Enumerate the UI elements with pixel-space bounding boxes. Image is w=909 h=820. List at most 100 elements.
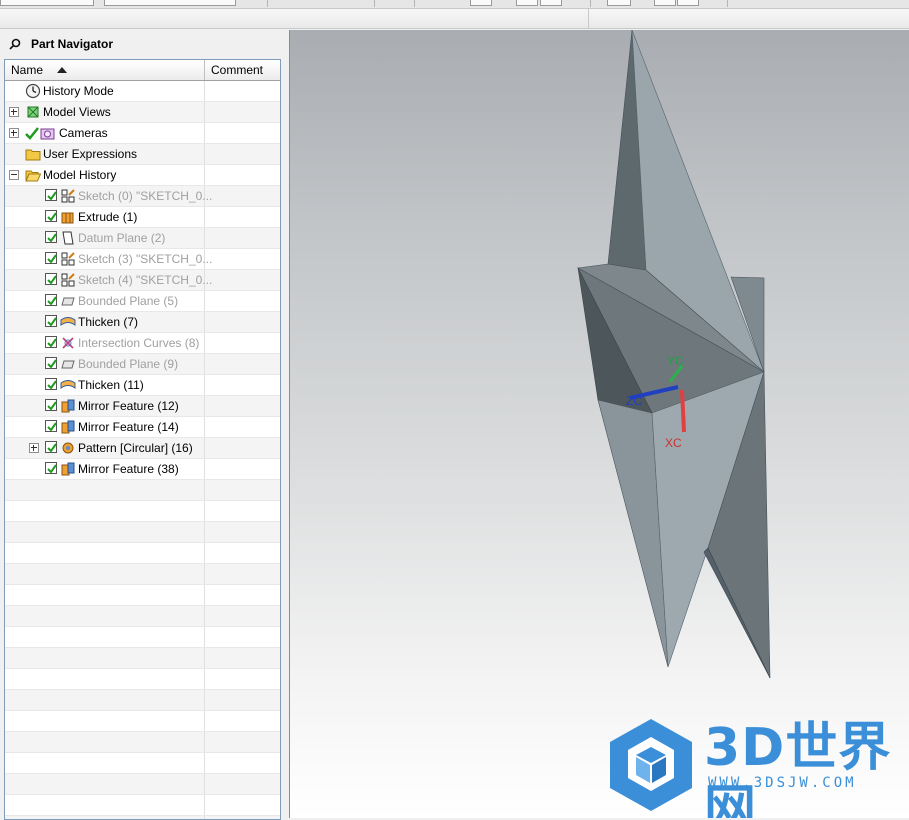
folder-open-icon: [25, 170, 41, 182]
panel-title: Part Navigator: [31, 37, 114, 51]
bounded-plane-icon: [61, 360, 75, 369]
expand-toggle[interactable]: [29, 443, 39, 453]
tree-item-label: User Expressions: [43, 147, 138, 161]
tree-item-feature[interactable]: Thicken (7): [5, 312, 280, 333]
feature-checkbox[interactable]: [45, 231, 57, 243]
empty-row: [5, 795, 280, 816]
checkmark-icon: [47, 317, 57, 327]
tree-item-cameras[interactable]: Cameras: [5, 123, 280, 144]
feature-checkbox[interactable]: [45, 273, 57, 285]
tree-rows: History Mode Model Views Cameras User Ex…: [5, 81, 280, 819]
tree-item-feature[interactable]: Mirror Feature (12): [5, 396, 280, 417]
checkmark-icon: [47, 422, 57, 432]
tree-item-label: Model Views: [43, 105, 111, 119]
tree-item-feature[interactable]: Bounded Plane (5): [5, 291, 280, 312]
feature-checkbox[interactable]: [45, 252, 57, 264]
tree-item-label: Sketch (0) "SKETCH_0...: [78, 189, 213, 203]
tree-item-feature[interactable]: Datum Plane (2): [5, 228, 280, 249]
empty-row: [5, 816, 280, 819]
tree-item-feature[interactable]: Sketch (3) "SKETCH_0...: [5, 249, 280, 270]
mirror-feature-icon: [61, 399, 75, 413]
tree-item-feature[interactable]: Mirror Feature (38): [5, 459, 280, 480]
thicken-icon: [60, 380, 76, 389]
feature-checkbox[interactable]: [45, 462, 57, 474]
pattern-circular-icon: [62, 442, 74, 454]
feature-checkbox[interactable]: [45, 210, 57, 222]
empty-row: [5, 669, 280, 690]
checkmark-icon: [47, 359, 57, 369]
toolbar-button[interactable]: [470, 0, 492, 6]
toolbar-combo[interactable]: [0, 0, 94, 6]
checkmark-icon: [47, 338, 57, 348]
feature-checkbox[interactable]: [45, 378, 57, 390]
toolbar-button[interactable]: [607, 0, 631, 6]
toolbar-button[interactable]: [654, 0, 676, 6]
feature-checkbox[interactable]: [45, 441, 57, 453]
tree-item-label: Pattern [Circular] (16): [78, 441, 193, 455]
tree-item-feature[interactable]: Sketch (0) "SKETCH_0...: [5, 186, 280, 207]
sketch-icon: [61, 273, 75, 287]
collapse-toggle[interactable]: [9, 170, 19, 180]
checkmark-icon: [47, 254, 57, 264]
feature-checkbox[interactable]: [45, 189, 57, 201]
star-model[interactable]: [290, 30, 909, 818]
navigator-tree[interactable]: Name Comment History Mode Model Views Ca…: [4, 59, 281, 820]
tree-item-feature[interactable]: Mirror Feature (14): [5, 417, 280, 438]
tree-item-feature[interactable]: Bounded Plane (9): [5, 354, 280, 375]
datum-plane-icon: [62, 231, 74, 245]
folder-icon: [25, 149, 41, 161]
tree-item-label: Extrude (1): [78, 210, 138, 224]
empty-row: [5, 774, 280, 795]
tree-item-feature[interactable]: Sketch (4) "SKETCH_0...: [5, 270, 280, 291]
extrude-icon: [61, 212, 74, 224]
intersection-curves-icon: [62, 337, 74, 349]
tree-item-history-mode[interactable]: History Mode: [5, 81, 280, 102]
checkmark-icon: [47, 296, 57, 306]
column-header-name[interactable]: Name: [5, 60, 205, 80]
empty-row: [5, 753, 280, 774]
feature-checkbox[interactable]: [45, 399, 57, 411]
tree-item-label: Thicken (11): [78, 378, 144, 392]
tree-item-label: Sketch (4) "SKETCH_0...: [78, 273, 213, 287]
mirror-feature-icon: [61, 462, 75, 476]
tree-item-user-expressions[interactable]: User Expressions: [5, 144, 280, 165]
empty-row: [5, 522, 280, 543]
part-navigator-panel: Part Navigator Name Comment History Mode…: [0, 30, 290, 820]
feature-checkbox[interactable]: [45, 294, 57, 306]
tree-item-label: Mirror Feature (14): [78, 420, 179, 434]
expand-toggle[interactable]: [9, 128, 19, 138]
empty-row: [5, 711, 280, 732]
empty-row: [5, 606, 280, 627]
feature-checkbox[interactable]: [45, 420, 57, 432]
tree-item-feature[interactable]: Extrude (1): [5, 207, 280, 228]
feature-checkbox[interactable]: [45, 357, 57, 369]
tree-item-label: Thicken (7): [78, 315, 139, 329]
empty-row: [5, 690, 280, 711]
tree-item-feature[interactable]: Intersection Curves (8): [5, 333, 280, 354]
tree-item-model-views[interactable]: Model Views: [5, 102, 280, 123]
toolbar-button[interactable]: [540, 0, 562, 6]
checkmark-icon: [47, 233, 57, 243]
thicken-icon: [60, 317, 76, 326]
expand-toggle[interactable]: [9, 107, 19, 117]
tree-item-model-history[interactable]: Model History: [5, 165, 280, 186]
pin-icon[interactable]: [8, 37, 22, 51]
checkmark-icon: [47, 275, 57, 285]
feature-checkbox[interactable]: [45, 336, 57, 348]
tree-item-feature[interactable]: Thicken (11): [5, 375, 280, 396]
tree-item-feature[interactable]: Pattern [Circular] (16): [5, 438, 280, 459]
checkmark-icon: [47, 191, 57, 201]
tree-item-label: Mirror Feature (38): [78, 462, 179, 476]
empty-row: [5, 627, 280, 648]
graphics-viewport[interactable]: YC ZC XC 3D世界网 WWW.3DSJW.COM: [290, 30, 909, 818]
feature-checkbox[interactable]: [45, 315, 57, 327]
column-header-comment[interactable]: Comment: [205, 60, 280, 80]
sort-ascending-icon: [57, 67, 68, 73]
axis-label-x: XC: [665, 436, 682, 450]
toolbar-button[interactable]: [516, 0, 538, 6]
toolbar-button[interactable]: [677, 0, 699, 6]
toolbar-combo[interactable]: [104, 0, 236, 6]
tree-item-label: History Mode: [43, 84, 114, 98]
axis-label-z: ZC: [626, 394, 642, 408]
camera-icon: [40, 128, 55, 140]
